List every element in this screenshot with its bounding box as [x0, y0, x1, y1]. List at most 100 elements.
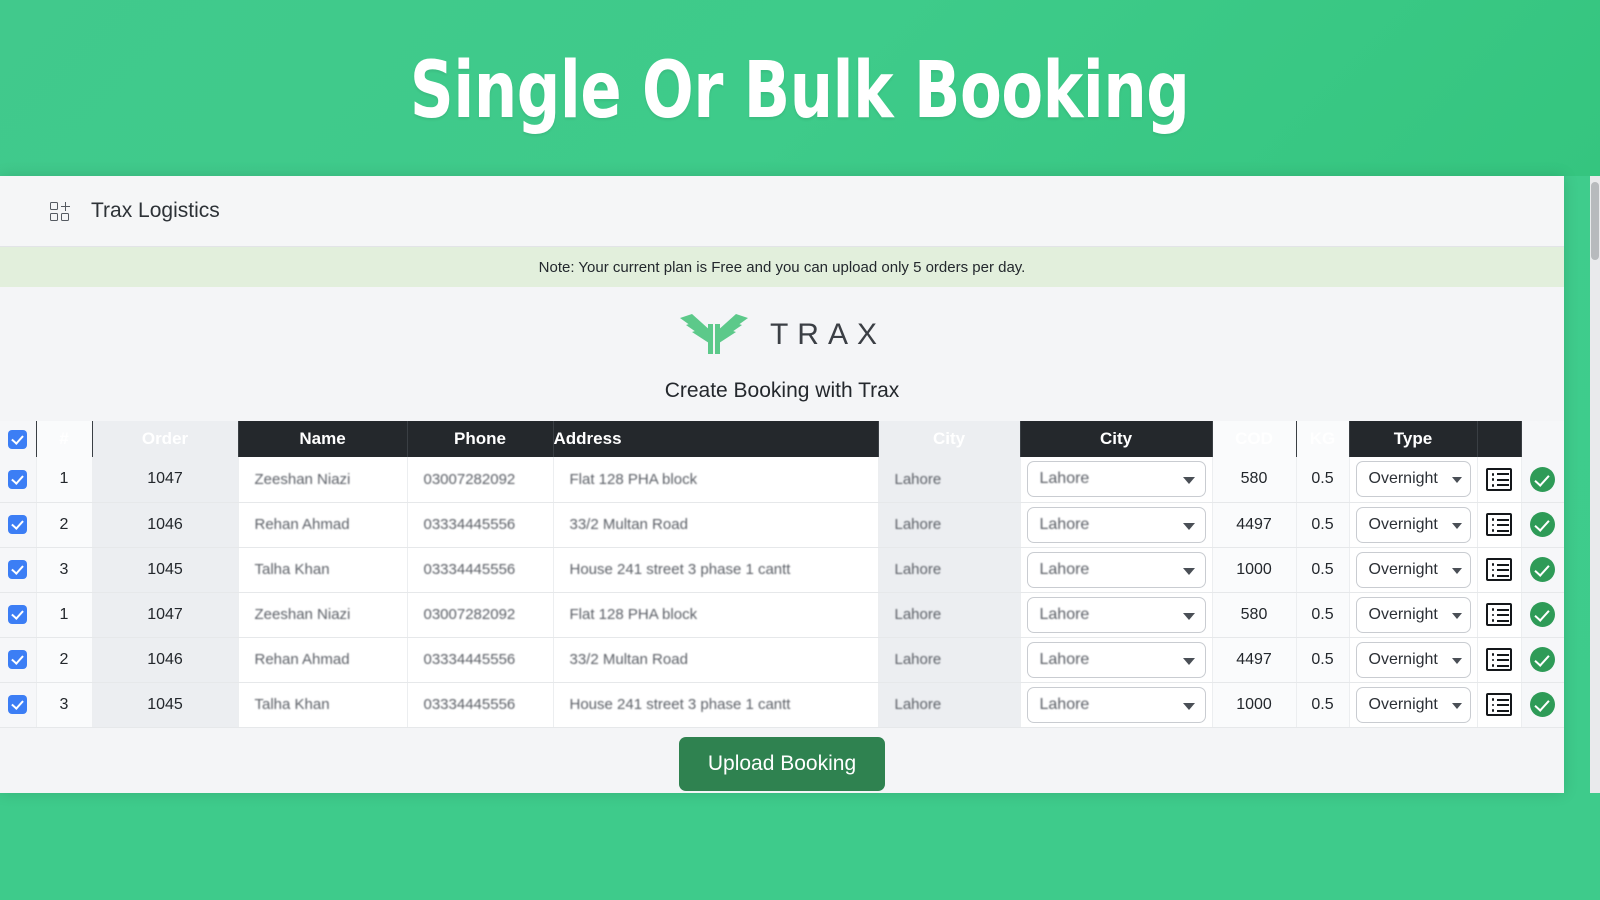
row-type-select[interactable]: Overnight — [1355, 461, 1471, 498]
list-icon[interactable] — [1486, 558, 1512, 581]
row-name-cell[interactable]: Rehan Ahmad — [238, 502, 408, 548]
row-select-cell[interactable] — [0, 592, 37, 638]
check-circle-icon[interactable] — [1530, 557, 1556, 582]
row-cod-cell[interactable]: 1000 — [1212, 682, 1297, 728]
row-type-select[interactable]: Overnight — [1355, 686, 1471, 723]
check-circle-icon[interactable] — [1530, 466, 1556, 492]
row-city-select[interactable]: Lahore — [1026, 686, 1206, 723]
row-type-select[interactable]: Overnight — [1355, 596, 1471, 633]
row-address-input[interactable]: House 241 street 3 phase 1 cantt — [560, 561, 872, 578]
row-kg-cell[interactable]: 0.5 — [1296, 547, 1350, 593]
row-name-cell[interactable]: Talha Khan — [238, 547, 408, 593]
row-select-cell[interactable] — [0, 637, 37, 683]
list-icon[interactable] — [1486, 603, 1512, 626]
row-checkbox[interactable] — [8, 605, 28, 624]
header-address[interactable]: Address — [553, 421, 879, 457]
row-address-input[interactable]: Flat 128 PHA block — [560, 471, 872, 488]
row-city-input[interactable]: Lahore — [885, 516, 1014, 533]
row-phone-cell[interactable]: 03007282092 — [407, 592, 554, 638]
row-phone-cell[interactable]: 03334445556 — [407, 547, 554, 593]
row-type-cell[interactable]: Overnight — [1349, 547, 1478, 593]
row-address-cell[interactable]: House 241 street 3 phase 1 cantt — [553, 547, 879, 593]
row-detail-cell[interactable] — [1477, 547, 1522, 593]
row-phone-input[interactable]: 03334445556 — [414, 696, 547, 713]
row-name-input[interactable]: Zeeshan Niazi — [245, 606, 401, 623]
header-city-text[interactable]: City — [878, 421, 1021, 457]
row-type-cell[interactable]: Overnight — [1349, 457, 1478, 503]
row-city-text-cell[interactable]: Lahore — [878, 547, 1021, 593]
row-address-input[interactable]: Flat 128 PHA block — [560, 606, 872, 623]
row-status-cell[interactable] — [1521, 682, 1564, 728]
row-city-text-cell[interactable]: Lahore — [878, 592, 1021, 638]
row-city-select[interactable]: Lahore — [1026, 506, 1206, 543]
row-city-input[interactable]: Lahore — [885, 606, 1014, 623]
row-status-cell[interactable] — [1521, 592, 1564, 638]
row-address-cell[interactable]: House 241 street 3 phase 1 cantt — [553, 682, 879, 728]
row-phone-input[interactable]: 03334445556 — [414, 516, 547, 533]
row-status-cell[interactable] — [1521, 547, 1564, 593]
row-status-cell[interactable] — [1521, 457, 1564, 503]
row-name-cell[interactable]: Zeeshan Niazi — [238, 457, 408, 503]
row-phone-input[interactable]: 03007282092 — [414, 471, 547, 488]
row-type-cell[interactable]: Overnight — [1349, 682, 1478, 728]
row-city-text-cell[interactable]: Lahore — [878, 502, 1021, 548]
check-circle-icon[interactable] — [1530, 602, 1556, 627]
row-cod-cell[interactable]: 4497 — [1212, 637, 1297, 683]
row-type-select[interactable]: Overnight — [1355, 641, 1471, 678]
row-address-cell[interactable]: Flat 128 PHA block — [553, 457, 879, 503]
header-type[interactable]: Type — [1349, 421, 1478, 457]
row-city-input[interactable]: Lahore — [885, 471, 1014, 488]
header-phone[interactable]: Phone — [407, 421, 554, 457]
scrollbar-track[interactable] — [1590, 176, 1600, 793]
row-address-cell[interactable]: 33/2 Multan Road — [553, 637, 879, 683]
row-type-select[interactable]: Overnight — [1355, 551, 1471, 588]
row-address-cell[interactable]: Flat 128 PHA block — [553, 592, 879, 638]
row-city-select-cell[interactable]: Lahore — [1020, 457, 1213, 503]
row-city-select-cell[interactable]: Lahore — [1020, 592, 1213, 638]
row-detail-cell[interactable] — [1477, 682, 1522, 728]
list-icon[interactable] — [1486, 467, 1512, 491]
row-city-select[interactable]: Lahore — [1026, 641, 1206, 678]
row-detail-cell[interactable] — [1477, 457, 1522, 503]
row-city-input[interactable]: Lahore — [885, 561, 1014, 578]
row-type-select[interactable]: Overnight — [1355, 506, 1471, 543]
scrollbar-thumb[interactable] — [1591, 182, 1599, 260]
row-select-cell[interactable] — [0, 682, 37, 728]
check-circle-icon[interactable] — [1530, 512, 1556, 537]
row-city-select-cell[interactable]: Lahore — [1020, 682, 1213, 728]
row-address-input[interactable]: House 241 street 3 phase 1 cantt — [560, 696, 872, 713]
row-name-cell[interactable]: Rehan Ahmad — [238, 637, 408, 683]
row-cod-cell[interactable]: 580 — [1212, 592, 1297, 638]
check-circle-icon[interactable] — [1530, 692, 1556, 717]
header-number[interactable]: # — [36, 421, 93, 457]
header-cod[interactable]: COD — [1212, 421, 1297, 457]
row-name-input[interactable]: Talha Khan — [245, 561, 401, 578]
header-order[interactable]: Order — [92, 421, 239, 457]
row-kg-cell[interactable]: 0.5 — [1296, 592, 1350, 638]
row-city-select-cell[interactable]: Lahore — [1020, 637, 1213, 683]
row-cod-cell[interactable]: 4497 — [1212, 502, 1297, 548]
row-select-cell[interactable] — [0, 457, 37, 503]
header-city-select[interactable]: City — [1020, 421, 1213, 457]
row-kg-cell[interactable]: 0.5 — [1296, 682, 1350, 728]
header-select-all[interactable] — [0, 421, 37, 457]
upload-booking-button[interactable]: Upload Booking — [678, 736, 886, 791]
row-name-cell[interactable]: Zeeshan Niazi — [238, 592, 408, 638]
check-circle-icon[interactable] — [1530, 647, 1556, 672]
row-detail-cell[interactable] — [1477, 502, 1522, 548]
row-phone-input[interactable]: 03334445556 — [414, 561, 547, 578]
row-kg-cell[interactable]: 0.5 — [1296, 502, 1350, 548]
row-city-input[interactable]: Lahore — [885, 696, 1014, 713]
row-select-cell[interactable] — [0, 547, 37, 593]
row-phone-cell[interactable]: 03334445556 — [407, 682, 554, 728]
row-phone-cell[interactable]: 03007282092 — [407, 457, 554, 503]
row-checkbox[interactable] — [8, 695, 28, 714]
row-checkbox[interactable] — [8, 515, 28, 534]
row-city-select[interactable]: Lahore — [1026, 461, 1206, 498]
header-kg[interactable]: KG — [1296, 421, 1350, 457]
row-checkbox[interactable] — [8, 560, 28, 579]
row-checkbox[interactable] — [8, 650, 28, 669]
row-address-input[interactable]: 33/2 Multan Road — [560, 651, 872, 668]
list-icon[interactable] — [1486, 693, 1512, 716]
row-status-cell[interactable] — [1521, 637, 1564, 683]
